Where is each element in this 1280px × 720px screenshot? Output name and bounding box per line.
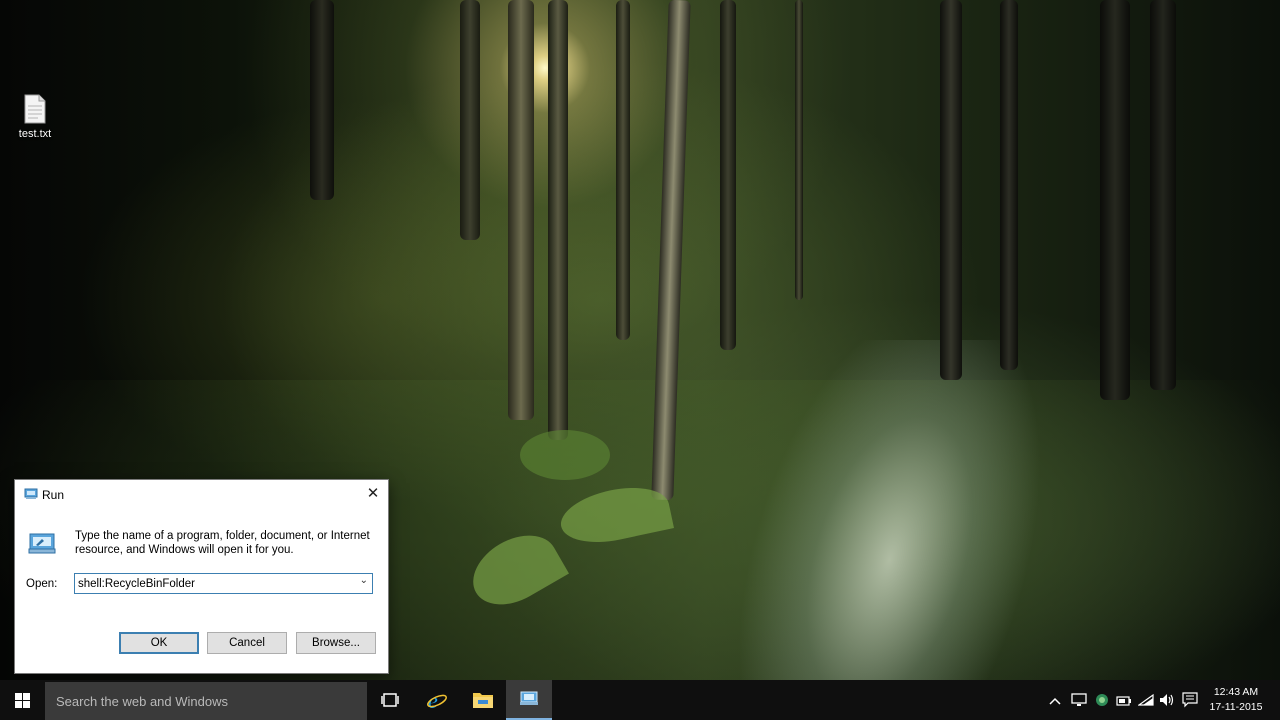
title-bar[interactable]: Run ✕ bbox=[15, 480, 388, 509]
tray-wifi[interactable] bbox=[1136, 680, 1156, 720]
tray-display[interactable] bbox=[1068, 680, 1090, 720]
taskbar-app-internet-explorer[interactable]: e bbox=[413, 680, 459, 720]
tree-trunk bbox=[548, 0, 568, 440]
run-icon bbox=[24, 488, 38, 499]
search-box[interactable]: Search the web and Windows bbox=[45, 682, 367, 720]
chevron-up-icon bbox=[1049, 697, 1061, 705]
start-button[interactable] bbox=[0, 680, 44, 720]
taskbar: Search the web and Windows e 12:43 AM 17… bbox=[0, 680, 1280, 720]
wifi-icon bbox=[1138, 693, 1154, 706]
cancel-button[interactable]: Cancel bbox=[207, 632, 287, 654]
taskbar-app-run[interactable] bbox=[506, 680, 552, 720]
tree-trunk bbox=[1100, 0, 1130, 400]
tree-trunk bbox=[460, 0, 480, 240]
search-placeholder: Search the web and Windows bbox=[56, 694, 228, 709]
close-icon: ✕ bbox=[366, 485, 380, 502]
clock[interactable]: 12:43 AM 17-11-2015 bbox=[1204, 685, 1268, 715]
tree-trunk bbox=[795, 0, 803, 300]
run-icon bbox=[520, 691, 538, 705]
close-button[interactable]: ✕ bbox=[358, 480, 388, 508]
file-explorer-icon bbox=[473, 693, 493, 708]
tree-trunk bbox=[508, 0, 534, 420]
dialog-title: Run bbox=[42, 488, 65, 502]
taskbar-app-file-explorer[interactable] bbox=[459, 680, 505, 720]
tree-trunk bbox=[1000, 0, 1018, 370]
network-shield-icon bbox=[1096, 694, 1108, 706]
mossy-rock bbox=[520, 430, 610, 480]
dialog-description: Type the name of a program, folder, docu… bbox=[75, 530, 370, 556]
text-file-icon bbox=[24, 94, 46, 124]
volume-icon bbox=[1160, 694, 1174, 706]
open-input[interactable] bbox=[78, 576, 348, 591]
show-hidden-icons-button[interactable] bbox=[1046, 680, 1064, 720]
clock-time: 12:43 AM bbox=[1213, 686, 1259, 698]
internet-explorer-icon: e bbox=[427, 690, 447, 712]
task-view-button[interactable] bbox=[367, 680, 413, 720]
action-center-button[interactable] bbox=[1179, 680, 1201, 720]
tray-power[interactable] bbox=[1114, 680, 1134, 720]
open-label: Open: bbox=[26, 578, 58, 590]
clock-date: 17-11-2015 bbox=[1209, 701, 1263, 713]
chevron-down-icon[interactable]: ⌄ bbox=[360, 575, 368, 586]
ok-button[interactable]: OK bbox=[119, 632, 199, 654]
windows-logo-icon bbox=[15, 693, 30, 708]
stream bbox=[723, 340, 1157, 680]
tree-trunk bbox=[310, 0, 334, 200]
open-combobox[interactable]: ⌄ bbox=[74, 573, 373, 594]
power-icon bbox=[1116, 696, 1131, 706]
browse-button[interactable]: Browse... bbox=[296, 632, 376, 654]
tree-trunk bbox=[1150, 0, 1176, 390]
tree-trunk bbox=[940, 0, 962, 380]
notification-icon bbox=[1182, 692, 1198, 708]
desktop-icon-label: test.txt bbox=[18, 128, 52, 140]
tree-trunk bbox=[616, 0, 630, 340]
tray-volume[interactable] bbox=[1157, 680, 1177, 720]
run-large-icon bbox=[28, 533, 56, 554]
desktop-icon-test-txt[interactable]: test.txt bbox=[12, 90, 58, 146]
display-icon bbox=[1071, 693, 1087, 706]
tree-trunk bbox=[720, 0, 736, 350]
tray-network-shield[interactable] bbox=[1091, 680, 1113, 720]
run-dialog: Run ✕ Type the name of a program, folder… bbox=[14, 479, 389, 674]
task-view-icon bbox=[381, 693, 399, 707]
